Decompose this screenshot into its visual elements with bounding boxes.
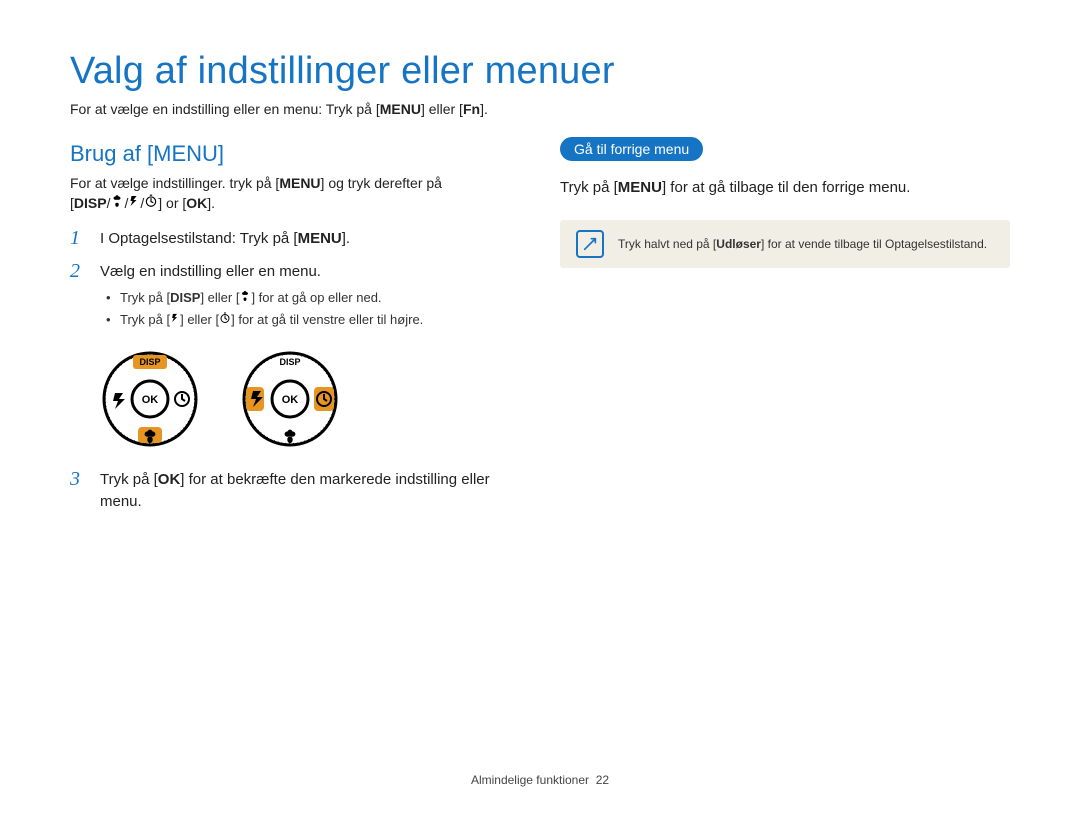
step-row: 1 I Optagelsestilstand: Tryk på [MENU]. [70, 228, 520, 250]
ok-label: OK [158, 471, 181, 488]
step-number: 3 [70, 469, 88, 513]
disp-label: DISP [170, 290, 200, 305]
menu-label: MENU [380, 101, 421, 117]
ok-label: OK [282, 394, 299, 406]
page-footer: Almindelige funktioner 22 [0, 773, 1080, 787]
list-item: Tryk på [] eller [] for at gå til venstr… [106, 311, 423, 330]
timer-icon [219, 312, 231, 327]
fn-label: Fn [463, 101, 480, 117]
flower-icon [239, 290, 251, 305]
dial-icon: OK DISP [240, 349, 340, 449]
page-number: 22 [596, 773, 609, 787]
step-number: 2 [70, 261, 88, 332]
note-box: Tryk halvt ned på [Udløser] for at vende… [560, 220, 1010, 268]
timer-icon [144, 195, 158, 211]
intro-text: For at vælge en indstilling eller en men… [70, 101, 1010, 117]
menu-label: MENU [298, 230, 342, 247]
disp-label: DISP [74, 195, 107, 211]
step-body: Vælg en indstilling eller en menu. Tryk … [100, 261, 423, 332]
step-body: I Optagelsestilstand: Tryk på [MENU]. [100, 228, 350, 250]
ok-label: OK [142, 394, 159, 406]
section-heading: Brug af [MENU] [70, 141, 520, 167]
flash-icon [170, 312, 180, 327]
step-body: Tryk på [OK] for at bekræfte den markere… [100, 469, 520, 513]
menu-label: MENU [279, 175, 320, 191]
right-body-text: Tryk på [MENU] for at gå tilbage til den… [560, 177, 1010, 200]
bullet-list: Tryk på [DISP] eller [] for at gå op ell… [106, 289, 423, 330]
flash-icon [128, 195, 140, 211]
step-row: 2 Vælg en indstilling eller en menu. Try… [70, 261, 520, 332]
flower-icon [110, 195, 124, 211]
content-columns: Brug af [MENU] For at vælge indstillinge… [70, 137, 1010, 524]
manual-page: Valg af indstillinger eller menuer For a… [0, 0, 1080, 815]
left-column: Brug af [MENU] For at vælge indstillinge… [70, 137, 520, 524]
disp-label: DISP [279, 357, 300, 367]
menu-label: MENU [618, 179, 662, 196]
shutter-label: Udløser [716, 237, 761, 251]
sub-intro: For at vælge indstillinger. tryk på [MEN… [70, 173, 520, 214]
step-number: 1 [70, 228, 88, 250]
steps-list: 1 I Optagelsestilstand: Tryk på [MENU]. … [70, 228, 520, 513]
disp-label: DISP [139, 357, 160, 367]
right-column: Gå til forrige menu Tryk på [MENU] for a… [560, 137, 1010, 524]
dial-icon: OK DISP [100, 349, 200, 449]
list-item: Tryk på [DISP] eller [] for at gå op ell… [106, 289, 423, 308]
page-title: Valg af indstillinger eller menuer [70, 50, 1010, 93]
note-text: Tryk halvt ned på [Udløser] for at vende… [618, 237, 987, 251]
ok-label: OK [186, 195, 207, 211]
dial-row: OK DISP [100, 349, 520, 449]
note-icon [576, 230, 604, 258]
step-row: 3 Tryk på [OK] for at bekræfte den marke… [70, 469, 520, 513]
section-pill: Gå til forrige menu [560, 137, 703, 161]
